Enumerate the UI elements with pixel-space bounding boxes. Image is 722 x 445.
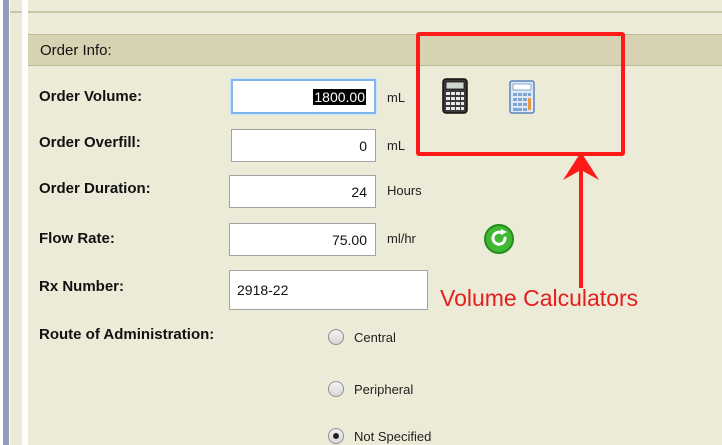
panel-inner-divider (22, 0, 28, 445)
order-volume-unit: mL (387, 90, 406, 105)
route-option-central[interactable]: Central (328, 329, 396, 345)
panel-top-edge (10, 0, 722, 16)
order-duration-label: Order Duration: (39, 180, 151, 197)
order-volume-label: Order Volume: (39, 88, 143, 105)
order-overfill-unit: mL (387, 138, 406, 153)
volume-calculators-highlight (416, 32, 625, 156)
radio-button[interactable] (328, 329, 344, 345)
rx-number-value: 2918-22 (237, 282, 289, 298)
route-option-label: Not Specified (354, 428, 432, 444)
order-duration-input[interactable]: 24 (229, 175, 376, 208)
section-title: Order Info: (40, 42, 112, 59)
refresh-icon[interactable] (483, 223, 515, 255)
flow-rate-label: Flow Rate: (39, 230, 115, 247)
flow-rate-unit: ml/hr (387, 231, 416, 246)
flow-rate-input[interactable]: 75.00 (229, 223, 376, 256)
rx-number-input[interactable]: 2918-22 (229, 270, 428, 310)
route-option-peripheral[interactable]: Peripheral (328, 381, 413, 397)
order-duration-value: 24 (351, 183, 367, 200)
route-of-administration-label: Route of Administration: (39, 326, 215, 343)
arrow-shaft (579, 170, 583, 288)
order-overfill-label: Order Overfill: (39, 134, 141, 151)
rx-number-label: Rx Number: (39, 278, 125, 295)
radio-button[interactable] (328, 381, 344, 397)
window-left-border (0, 0, 10, 445)
order-overfill-input[interactable]: 0 (231, 129, 376, 162)
route-option-not-specified[interactable]: Not Specified (328, 428, 431, 444)
volume-calculators-callout: Volume Calculators (440, 285, 639, 311)
flow-rate-value: 75.00 (331, 231, 367, 248)
route-option-label: Peripheral (354, 381, 414, 397)
order-overfill-value: 0 (359, 137, 367, 154)
order-duration-unit: Hours (387, 183, 422, 198)
order-volume-value: 1800.00 (313, 88, 366, 105)
route-option-label: Central (354, 329, 396, 345)
order-info-panel: Order Info: Order Volume: 1800.00 mL Ord… (10, 0, 722, 445)
order-volume-input[interactable]: 1800.00 (231, 79, 376, 114)
radio-button-selected[interactable] (328, 428, 344, 444)
